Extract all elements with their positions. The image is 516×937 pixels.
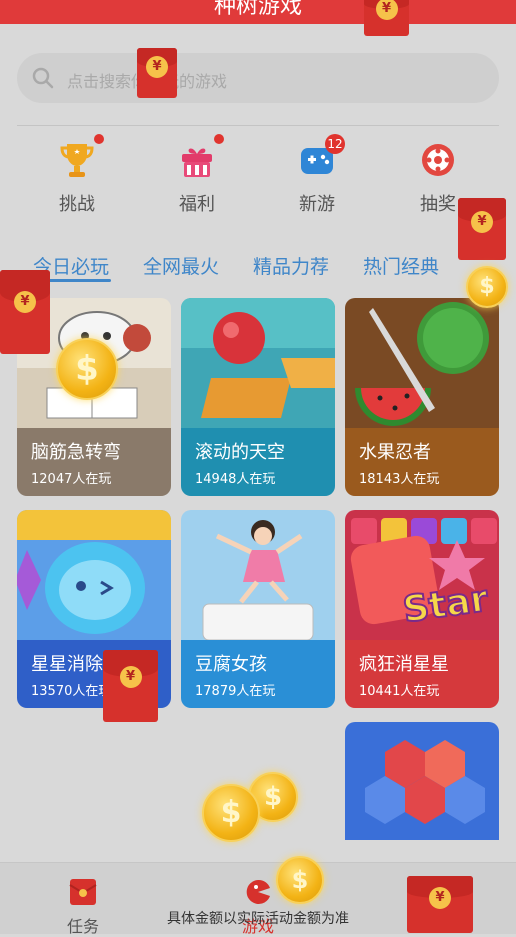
envelope-seal: ¥ (429, 886, 451, 909)
game-player-count: 18143人在玩 (359, 472, 440, 487)
game-info: 水果忍者 18143人在玩 (345, 428, 499, 496)
game-thumbnail (345, 722, 499, 840)
game-info: 疯狂消星星 10441人在玩 (345, 640, 499, 708)
search-input[interactable]: 点击搜索你想玩的游戏 (17, 53, 499, 103)
envelope-seal: ¥ (375, 0, 398, 20)
gold-coin-icon[interactable]: $ (466, 266, 508, 308)
game-thumbnail (181, 298, 335, 428)
lottery-wheel-icon (422, 144, 454, 176)
new-count-badge: 12 (325, 134, 345, 154)
game-player-count: 14948人在玩 (195, 472, 276, 487)
game-title: 水果忍者 (359, 442, 431, 463)
notification-dot (214, 134, 224, 144)
tab-classic[interactable]: 热门经典 (363, 252, 439, 279)
game-info: 豆腐女孩 17879人在玩 (181, 640, 335, 708)
envelope-seal: ¥ (14, 290, 36, 313)
game-card[interactable]: 水果忍者 18143人在玩 (345, 298, 499, 496)
tab-recommended[interactable]: 精品力荐 (253, 252, 329, 279)
gold-coin-icon[interactable]: $ (56, 338, 118, 400)
red-envelope-icon[interactable]: ¥ (407, 876, 473, 933)
category-label: 挑战 (59, 194, 95, 215)
game-thumbnail (17, 510, 171, 640)
red-envelope-icon[interactable]: ¥ (103, 650, 158, 722)
page-title: 种树游戏 (213, 0, 302, 19)
divider (17, 125, 499, 126)
category-label: 福利 (179, 194, 215, 215)
game-card[interactable]: Star 疯狂消星星 10441人在玩 (345, 510, 499, 708)
game-title: 星星消除 (31, 654, 103, 675)
envelope-seal: ¥ (119, 666, 142, 689)
game-player-count: 12047人在玩 (31, 472, 112, 487)
game-player-count: 10441人在玩 (359, 684, 440, 699)
red-envelope-icon[interactable]: ¥ (137, 48, 177, 98)
game-player-count: 13570人在玩 (31, 684, 112, 699)
game-card[interactable]: 滚动的天空 14948人在玩 (181, 298, 335, 496)
category-label: 新游 (299, 194, 335, 215)
game-info: 脑筋急转弯 12047人在玩 (17, 428, 171, 496)
red-envelope-icon[interactable]: ¥ (364, 0, 409, 36)
game-title: 豆腐女孩 (195, 654, 267, 675)
tab-hottest[interactable]: 全网最火 (143, 252, 219, 279)
game-title: 疯狂消星星 (359, 654, 449, 675)
game-player-count: 17879人在玩 (195, 684, 276, 699)
game-title: 滚动的天空 (195, 442, 285, 463)
gold-coin-icon[interactable]: $ (202, 784, 260, 842)
category-challenge[interactable]: 挑战 (32, 134, 122, 220)
notification-dot (94, 134, 104, 144)
gold-coin-icon[interactable]: $ (276, 856, 324, 904)
game-thumbnail: Star (345, 510, 499, 640)
envelope-seal: ¥ (471, 210, 493, 233)
game-title: 脑筋急转弯 (31, 442, 121, 463)
game-thumbnail (345, 298, 499, 428)
game-pacman-icon (246, 879, 270, 904)
task-envelope-icon (69, 879, 97, 905)
gift-icon (182, 148, 212, 177)
game-thumbnail (181, 510, 335, 640)
red-envelope-icon[interactable]: ¥ (458, 198, 506, 260)
red-envelope-icon[interactable]: ¥ (0, 270, 50, 354)
game-card[interactable]: 豆腐女孩 17879人在玩 (181, 510, 335, 708)
envelope-seal: ¥ (146, 56, 168, 78)
category-new-games[interactable]: 12 新游 (272, 134, 362, 220)
game-card[interactable] (345, 722, 499, 840)
trophy-icon (60, 144, 94, 177)
category-welfare[interactable]: 福利 (152, 134, 242, 220)
game-info: 滚动的天空 14948人在玩 (181, 428, 335, 496)
search-icon (32, 67, 54, 89)
top-bar: 种树游戏 (0, 0, 516, 24)
